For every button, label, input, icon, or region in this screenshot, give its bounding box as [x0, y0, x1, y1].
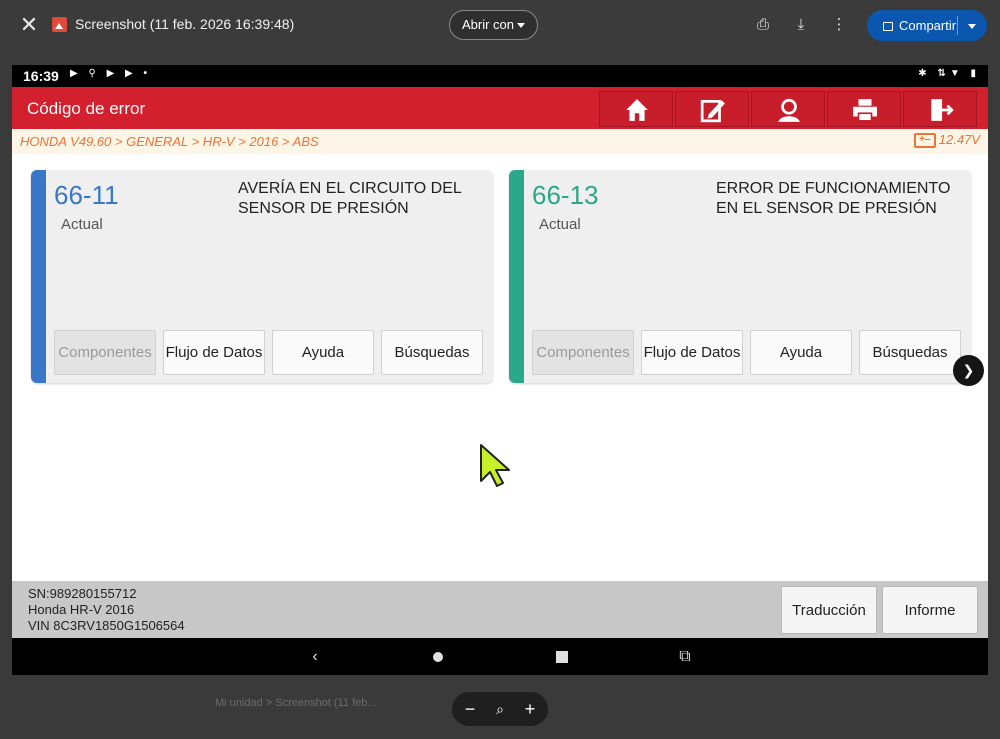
search-button[interactable]: Búsquedas — [381, 330, 483, 375]
recent-apps-icon[interactable] — [552, 647, 572, 667]
translate-button[interactable]: Traducción — [781, 586, 877, 634]
zoom-magnifier-icon[interactable]: ⌕ — [490, 698, 510, 720]
print-icon[interactable]: ⎙ — [752, 14, 774, 36]
serial-number: SN:989280155712 — [28, 586, 137, 601]
edit-icon — [700, 99, 725, 123]
user-button[interactable] — [751, 91, 825, 127]
dtc-code: 66-11 — [54, 180, 119, 210]
home-button[interactable] — [599, 91, 673, 127]
components-button[interactable]: Componentes — [532, 330, 634, 375]
file-title: Screenshot (11 feb. 2026 16:39:48) — [75, 16, 295, 32]
page-title: Código de error — [27, 99, 146, 118]
screenshot-icon[interactable]: ⧉ — [675, 647, 695, 667]
share-button[interactable]: Compartir — [867, 10, 987, 41]
components-button[interactable]: Componentes — [54, 330, 156, 375]
dtc-card-1: 66-11 Actual AVERÍA EN EL CIRCUITO DEL S… — [31, 170, 493, 383]
viewer-toolbar: ✕ Screenshot (11 feb. 2026 16:39:48) Abr… — [0, 0, 1000, 50]
image-file-icon — [52, 17, 67, 32]
android-status-bar: 16:39 ▶ ⚲ ▶ ▶ • ✱ ⇅▼ ▮ — [12, 65, 988, 87]
report-button[interactable]: Informe — [882, 586, 978, 634]
download-icon[interactable]: ⤓ — [790, 14, 812, 36]
next-page-arrow-icon[interactable]: ❯ — [953, 355, 984, 386]
help-button[interactable]: Ayuda — [750, 330, 852, 375]
dtc-status: Actual — [539, 216, 581, 233]
data-stream-button[interactable]: Flujo de Datos — [641, 330, 743, 375]
share-dropdown-icon[interactable] — [968, 24, 976, 29]
home-icon — [626, 99, 648, 121]
zoom-out-icon[interactable]: − — [460, 698, 480, 720]
user-icon — [778, 98, 800, 122]
battery-voltage: +– 12.47V — [913, 132, 980, 149]
status-time: 16:39 — [23, 68, 59, 84]
more-options-icon[interactable]: ⋮ — [828, 14, 850, 36]
search-button[interactable]: Búsquedas — [859, 330, 961, 375]
breadcrumb-bar: HONDA V49.60 > GENERAL > HR-V > 2016 > A… — [12, 129, 988, 154]
back-icon[interactable]: ‹ — [305, 647, 325, 667]
android-nav-bar: ‹ ⧉ — [12, 638, 988, 675]
notification-icons: ▶ ⚲ ▶ ▶ • — [70, 68, 152, 79]
zoom-controls: − ⌕ + — [452, 692, 548, 726]
data-stream-button[interactable]: Flujo de Datos — [163, 330, 265, 375]
vehicle-model: Honda HR-V 2016 — [28, 602, 135, 617]
app-header: Código de error — [12, 87, 988, 129]
close-icon[interactable]: ✕ — [14, 10, 44, 40]
vin-number: VIN 8C3RV1850G1506564 — [28, 618, 185, 633]
help-button[interactable]: Ayuda — [272, 330, 374, 375]
vehicle-info-footer: SN:989280155712 Honda HR-V 2016 VIN 8C3R… — [12, 581, 988, 638]
print-button[interactable] — [827, 91, 901, 127]
dtc-card-2: 66-13 Actual ERROR DE FUNCIONAMIENTO EN … — [509, 170, 971, 383]
printer-icon — [853, 99, 877, 122]
dtc-code: 66-13 — [532, 180, 599, 210]
battery-icon: +– — [913, 133, 936, 149]
dtc-status: Actual — [61, 216, 103, 233]
lock-icon — [883, 22, 893, 31]
dtc-description: AVERÍA EN EL CIRCUITO DEL SENSOR DE PRES… — [238, 180, 462, 217]
open-with-button[interactable]: Abrir con — [449, 10, 538, 40]
home-circle-icon[interactable] — [428, 647, 448, 667]
breadcrumb: HONDA V49.60 > GENERAL > HR-V > 2016 > A… — [20, 134, 319, 149]
card-stripe — [509, 170, 524, 383]
card-stripe — [31, 170, 46, 383]
exit-icon — [931, 99, 954, 121]
exit-button[interactable] — [903, 91, 977, 127]
device-screen: 16:39 ▶ ⚲ ▶ ▶ • ✱ ⇅▼ ▮ Código de error H… — [12, 65, 988, 675]
zoom-in-icon[interactable]: + — [520, 698, 540, 720]
dtc-description: ERROR DE FUNCIONAMIENTO EN EL SENSOR DE … — [716, 180, 951, 217]
vehicle-info: SN:989280155712 Honda HR-V 2016 VIN 8C3R… — [28, 586, 185, 634]
system-status-icons: ✱ ⇅▼ ▮ — [918, 68, 980, 79]
mouse-cursor-icon — [480, 444, 510, 487]
edit-button[interactable] — [675, 91, 749, 127]
viewer-breadcrumb: Mi unidad > Screenshot (11 feb... — [215, 697, 377, 709]
